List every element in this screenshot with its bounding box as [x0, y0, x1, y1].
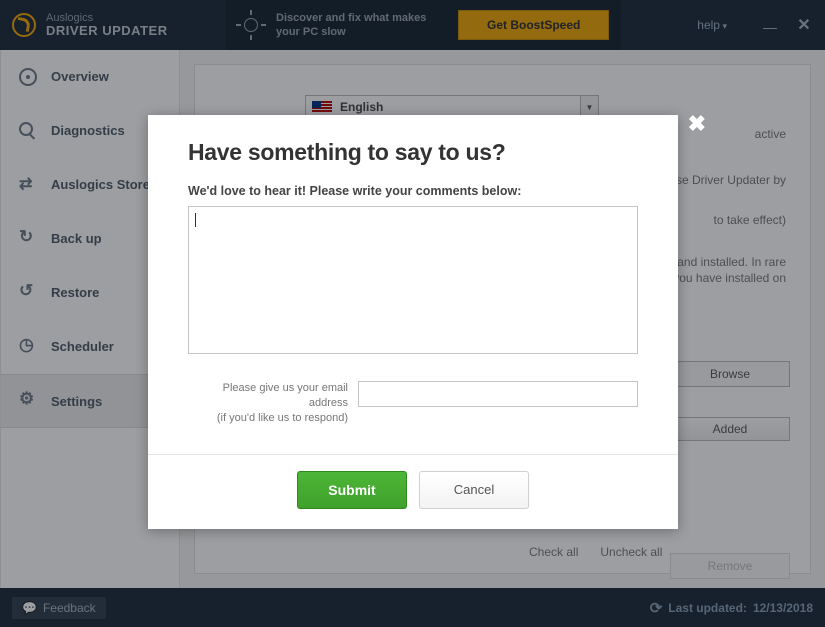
dialog-title: Have something to say to us? [188, 139, 638, 166]
text-cursor [195, 213, 196, 227]
dialog-subtitle: We'd love to hear it! Please write your … [188, 184, 638, 198]
submit-button[interactable]: Submit [297, 471, 407, 509]
email-label: Please give us your email address(if you… [188, 381, 348, 426]
comments-textarea[interactable] [188, 206, 638, 354]
dialog-close-button[interactable]: ✖ [688, 111, 706, 137]
email-input[interactable] [358, 381, 638, 407]
feedback-dialog: ✖ Have something to say to us? We'd love… [148, 115, 678, 529]
cancel-button[interactable]: Cancel [419, 471, 529, 509]
